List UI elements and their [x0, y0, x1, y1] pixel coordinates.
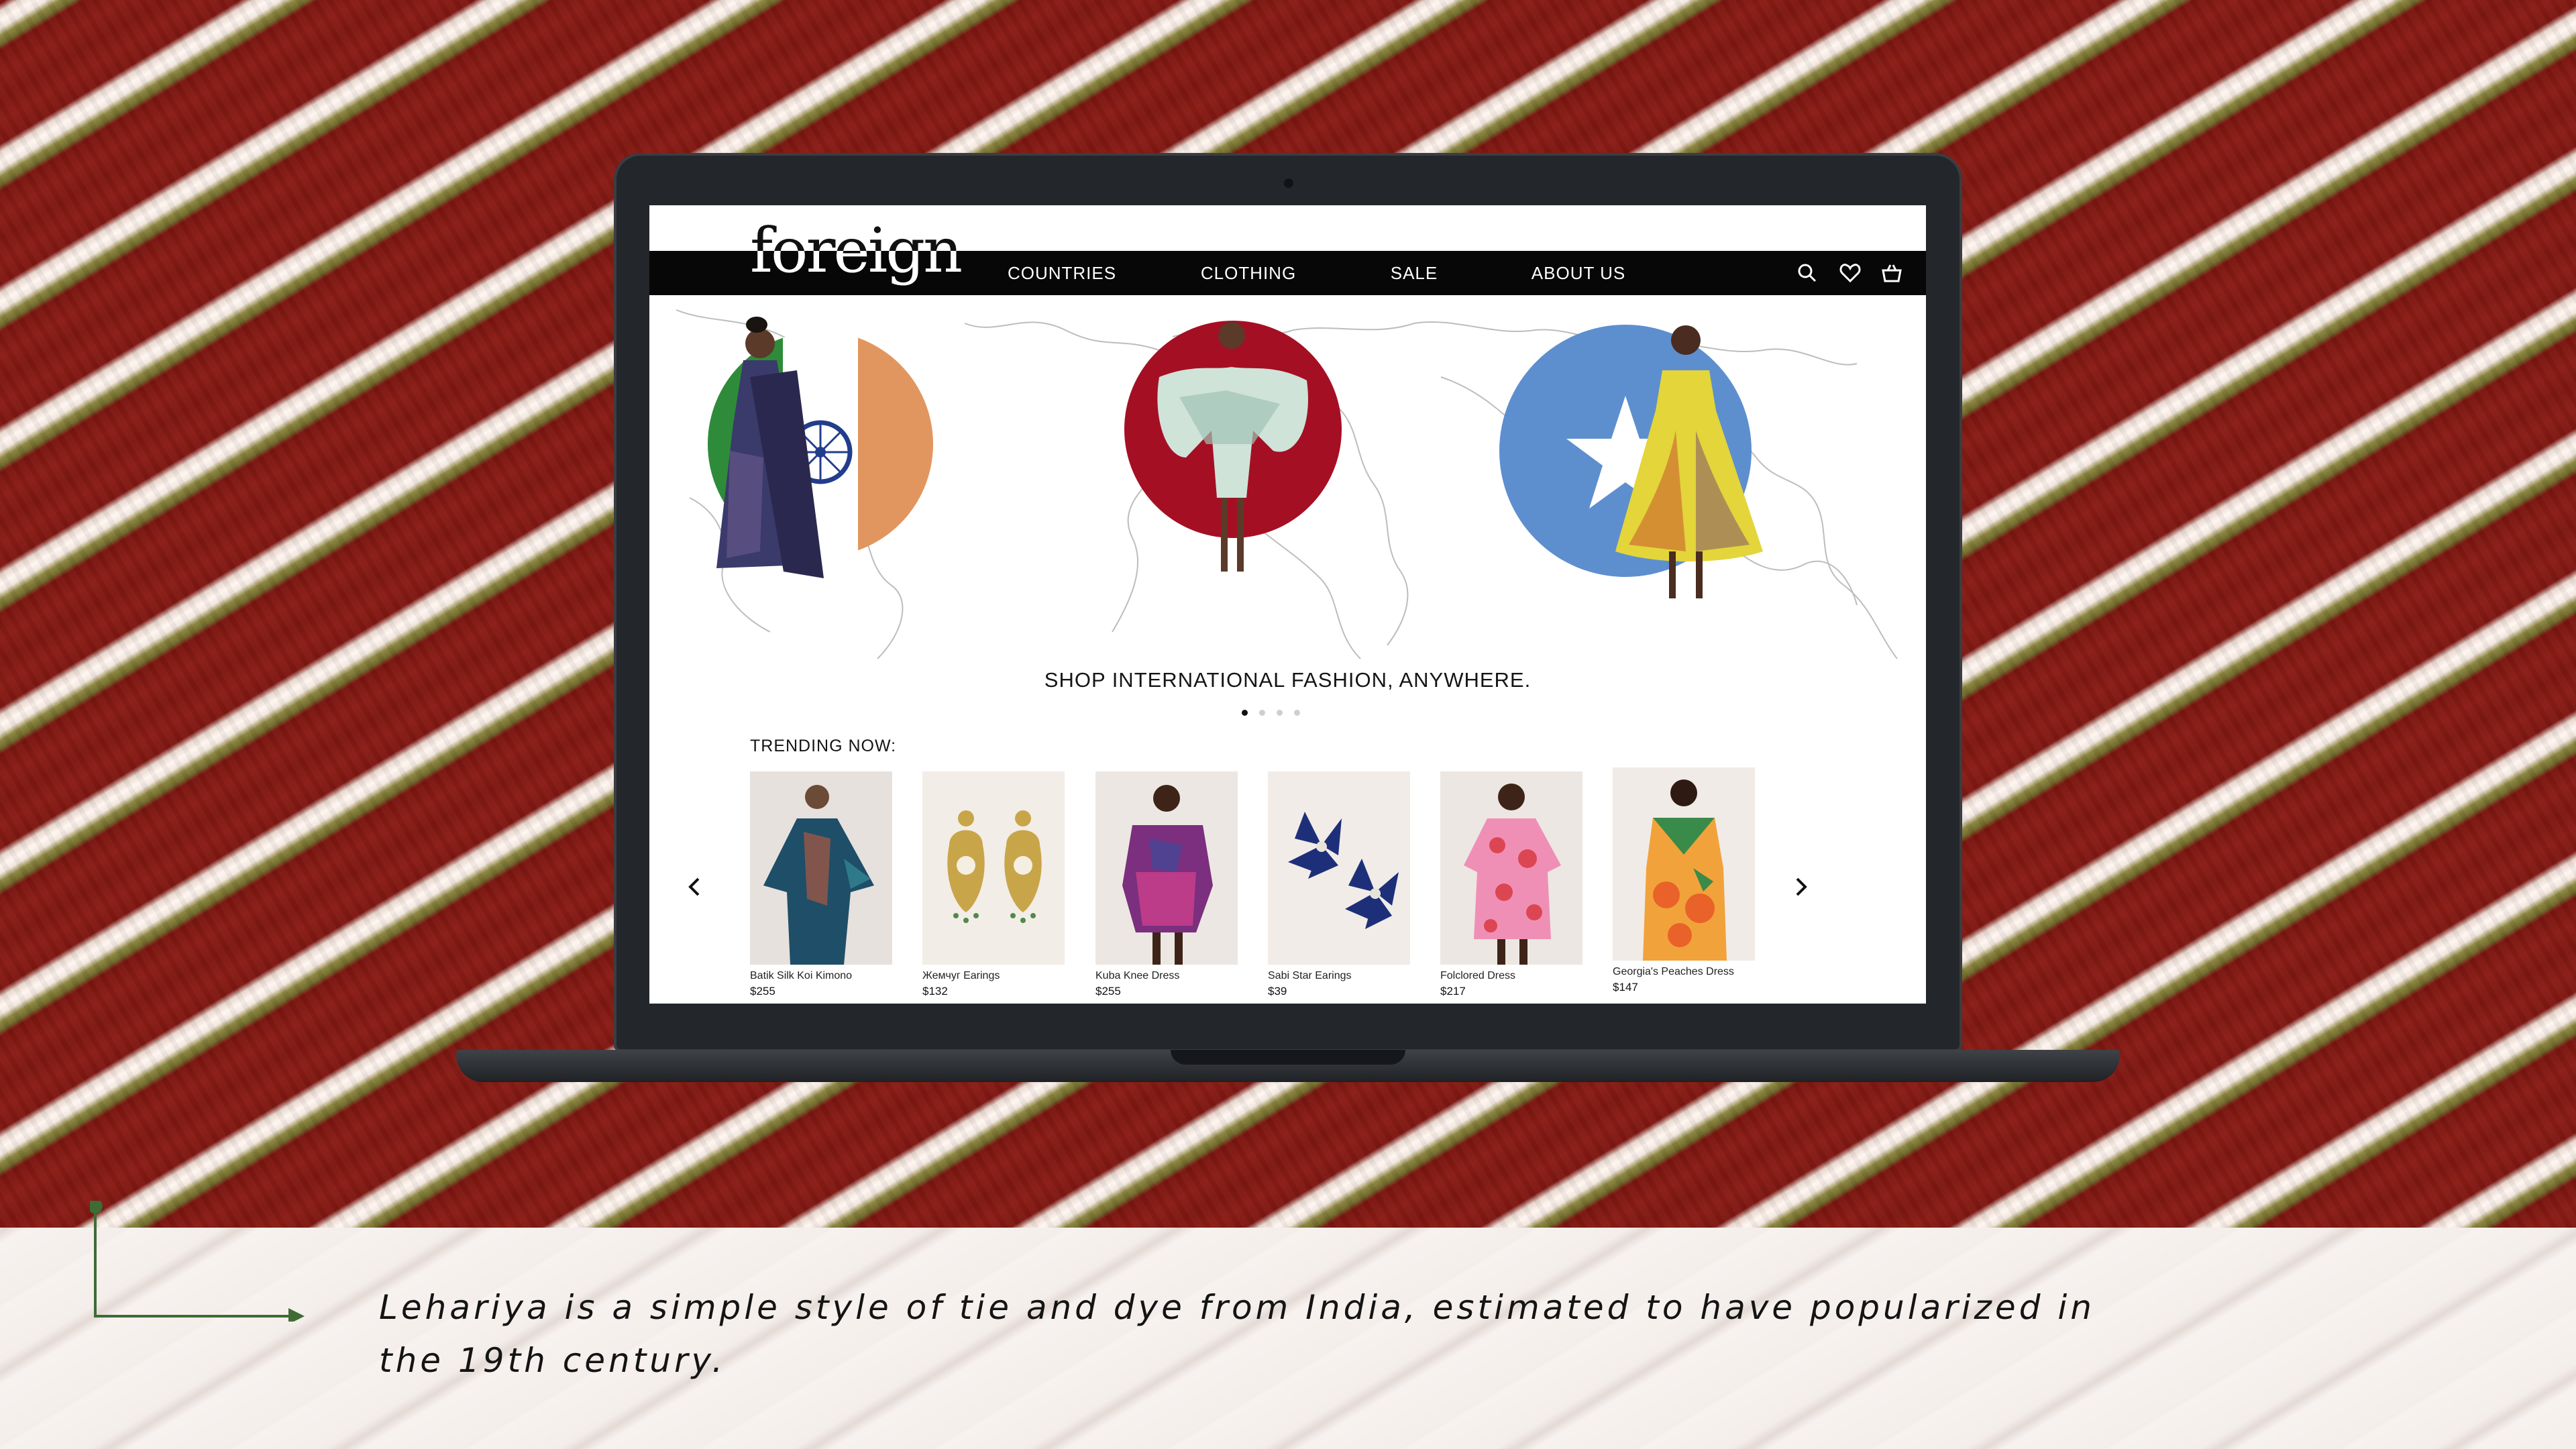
product-image-star-earrings[interactable]: [1268, 771, 1410, 965]
carousel-dot-4[interactable]: [1294, 710, 1300, 716]
trending-label: TRENDING NOW:: [750, 737, 897, 755]
product-card[interactable]: Kuba Knee Dress $255: [1095, 771, 1238, 998]
site-logo[interactable]: foreign foreign: [750, 213, 961, 297]
nav-countries[interactable]: COUNTRIES: [998, 251, 1126, 295]
product-price: $39: [1268, 985, 1287, 998]
product-image-kimono[interactable]: [750, 771, 892, 965]
carousel-dot-1[interactable]: [1242, 710, 1248, 716]
caption-text: Lehariya is a simple style of tie and dy…: [379, 1288, 2095, 1380]
product-card[interactable]: Жемчуг Earings $132: [922, 771, 1065, 998]
product-price: $255: [1095, 985, 1121, 998]
product-image-earrings[interactable]: [922, 771, 1065, 965]
chevron-right-icon[interactable]: [1787, 873, 1814, 900]
carousel-dots: [1242, 710, 1322, 718]
webcam: [1284, 178, 1293, 188]
product-image-folclored-dress[interactable]: [1440, 771, 1582, 965]
website-screen: foreign foreign COUNTRIES CLOTHING SALE …: [649, 205, 1926, 1004]
laptop-notch: [1171, 1050, 1405, 1065]
nav-clothing[interactable]: CLOTHING: [1191, 251, 1305, 295]
nav-about-us[interactable]: ABOUT US: [1521, 251, 1635, 295]
product-name[interactable]: Batik Silk Koi Kimono: [750, 970, 892, 982]
carousel-dot-2[interactable]: [1259, 710, 1265, 716]
product-card[interactable]: Sabi Star Earings $39: [1268, 771, 1410, 998]
chevron-left-icon[interactable]: [682, 873, 708, 900]
carousel-dot-3[interactable]: [1277, 710, 1283, 716]
product-name[interactable]: Sabi Star Earings: [1268, 970, 1410, 982]
product-name[interactable]: Жемчуг Earings: [922, 970, 1065, 982]
product-name[interactable]: Folclored Dress: [1440, 970, 1582, 982]
cart-icon[interactable]: [1880, 261, 1904, 285]
product-price: $147: [1613, 981, 1638, 994]
product-card[interactable]: Folclored Dress $217: [1440, 771, 1582, 998]
leader-arrow-icon: [90, 1201, 305, 1322]
hero-carousel[interactable]: [649, 297, 1926, 672]
product-price: $217: [1440, 985, 1466, 998]
product-name[interactable]: Georgia's Peaches Dress: [1613, 966, 1755, 978]
world-map-outline: [676, 309, 1898, 659]
product-price: $132: [922, 985, 948, 998]
hero-title: SHOP INTERNATIONAL FASHION, ANYWHERE.: [1044, 668, 1532, 692]
product-card[interactable]: Georgia's Peaches Dress $147: [1613, 767, 1755, 994]
product-name[interactable]: Kuba Knee Dress: [1095, 970, 1238, 982]
heart-icon[interactable]: [1838, 261, 1862, 285]
product-image-kuba-dress[interactable]: [1095, 771, 1238, 965]
product-image-peaches-dress[interactable]: [1613, 767, 1755, 961]
nav-sale[interactable]: SALE: [1374, 251, 1454, 295]
search-icon[interactable]: [1795, 261, 1819, 285]
product-price: $255: [750, 985, 775, 998]
product-card[interactable]: Batik Silk Koi Kimono $255: [750, 771, 892, 998]
